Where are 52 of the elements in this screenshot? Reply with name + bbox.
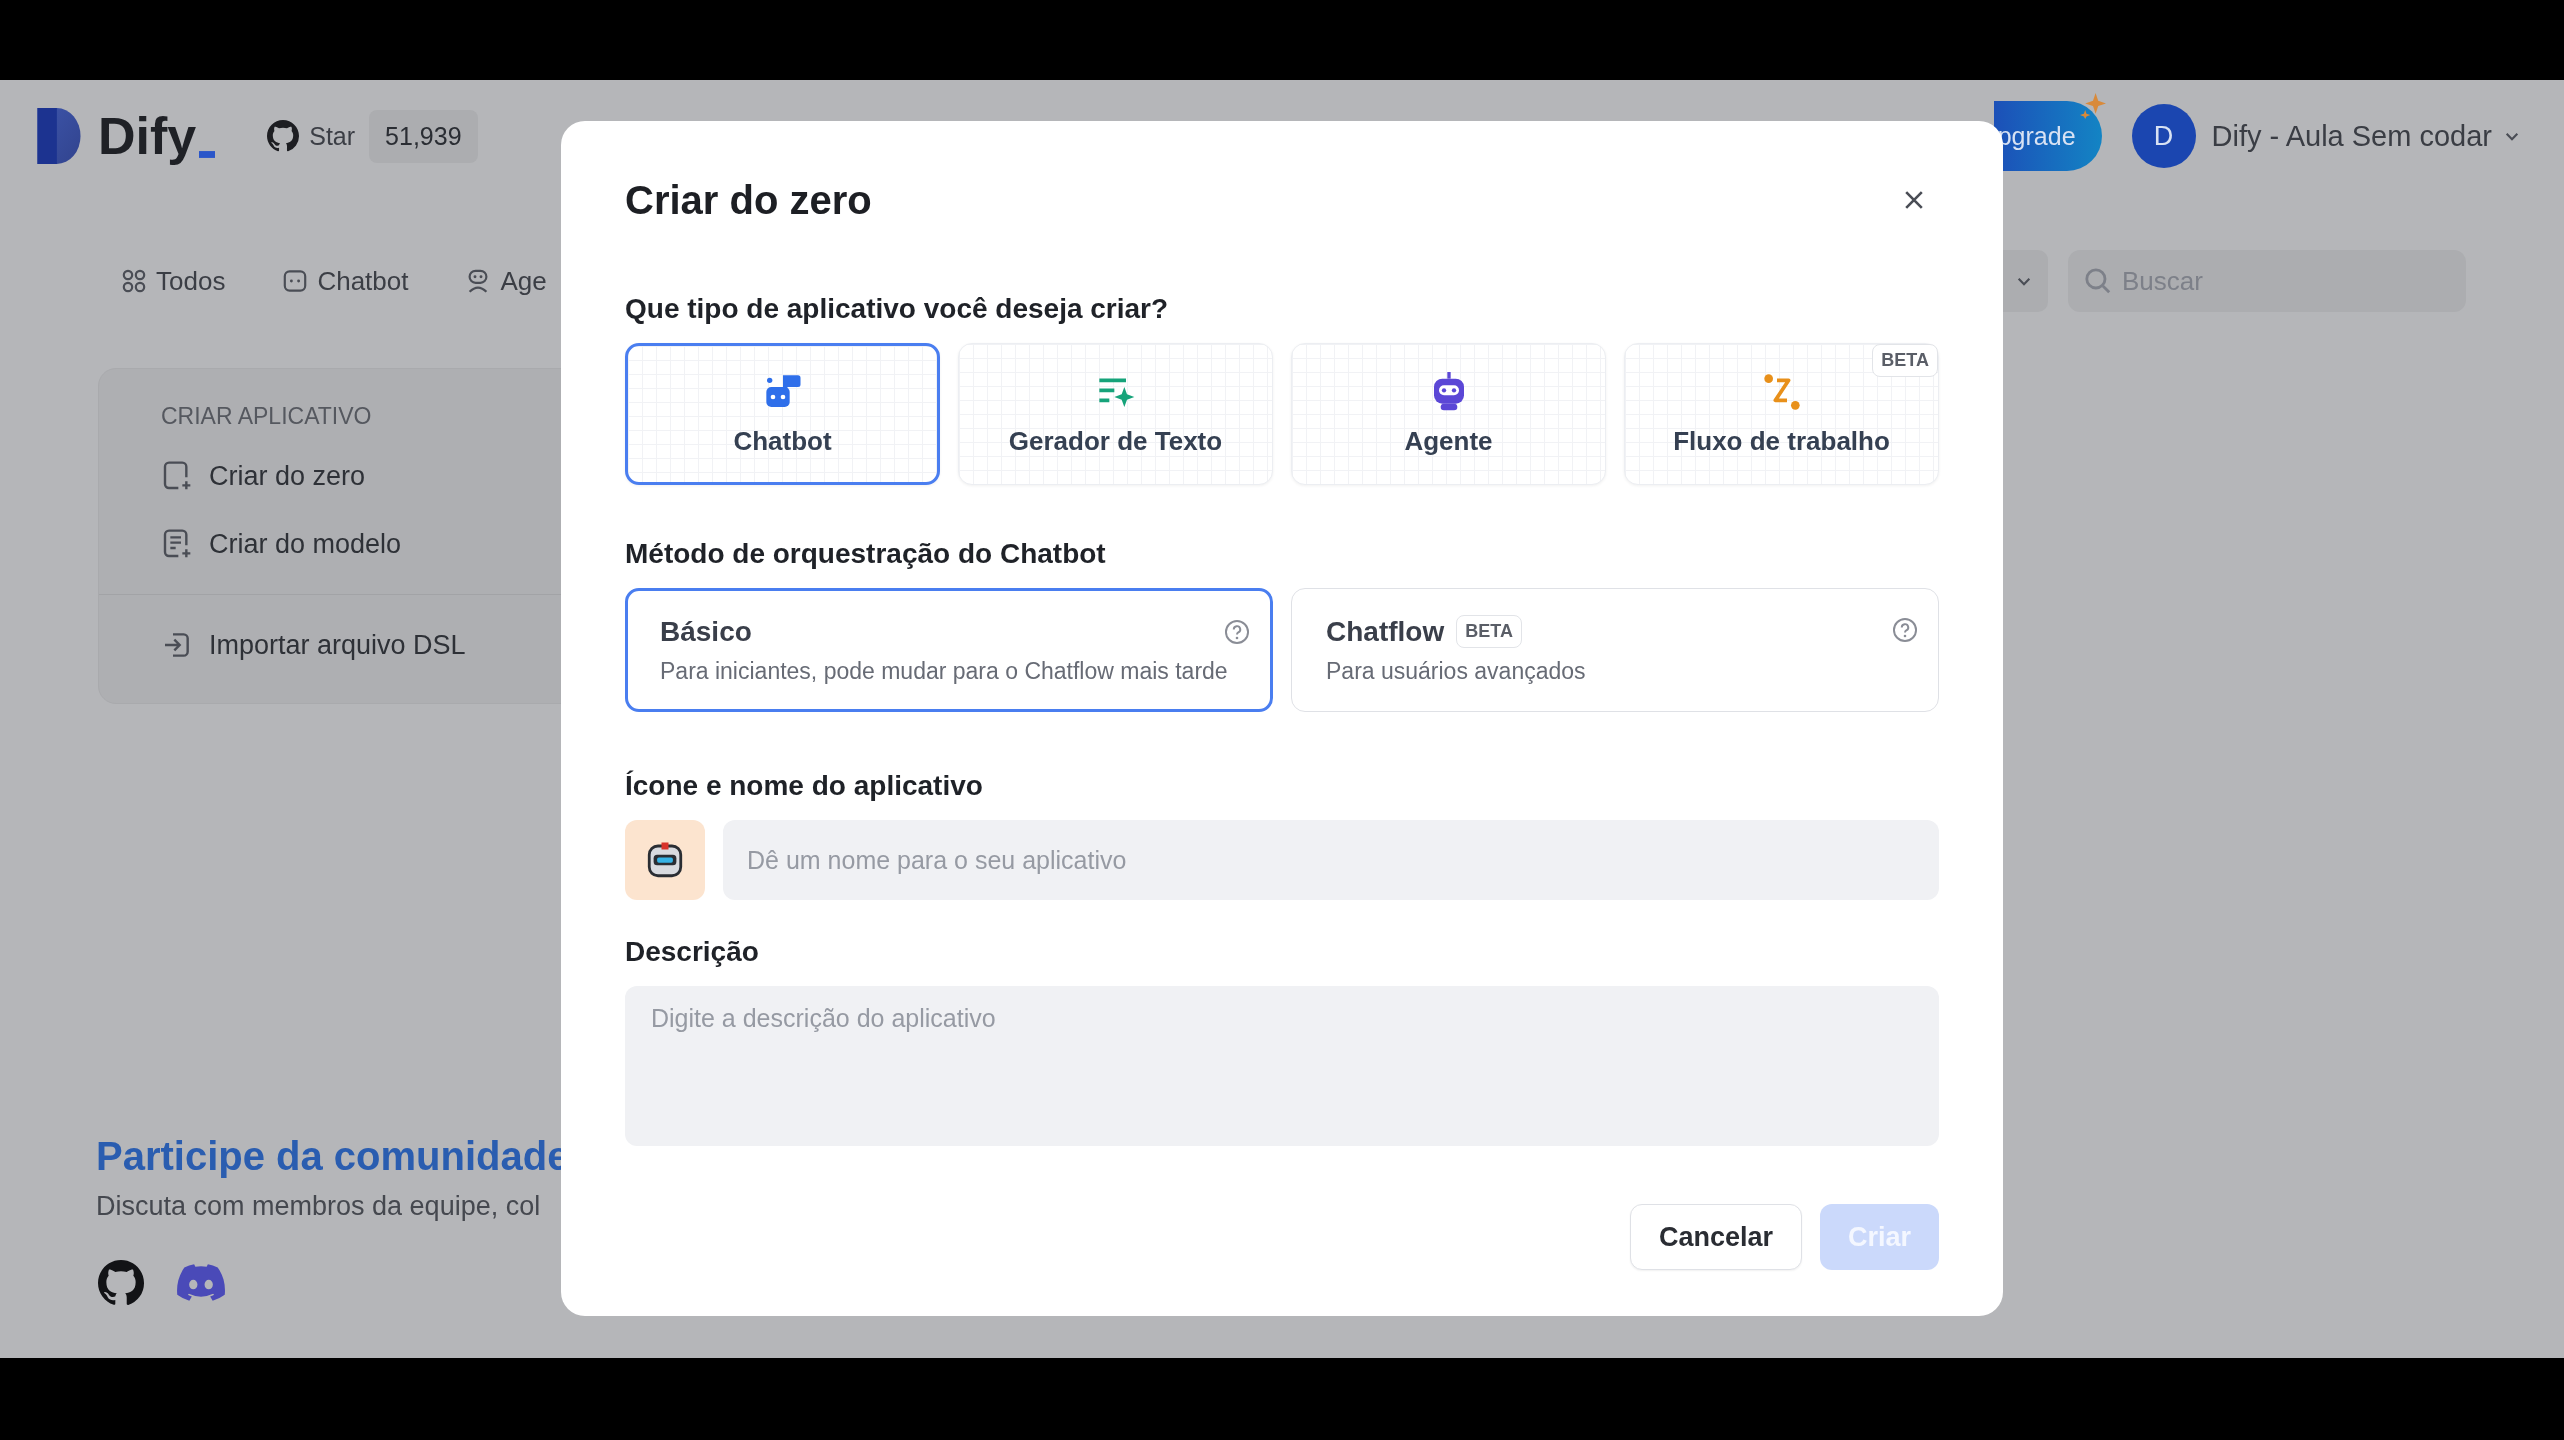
filter-tab[interactable]: Todos	[122, 265, 226, 297]
community-text: Discuta com membros da equipe, col	[96, 1191, 542, 1222]
chevron-down-icon	[2504, 130, 2520, 142]
file-list-icon	[161, 528, 193, 560]
app-type-card[interactable]: Gerador de Texto	[958, 343, 1273, 485]
file-plus-icon	[161, 460, 193, 492]
github-icon	[267, 120, 300, 152]
app-type-card[interactable]: Chatbot	[625, 343, 940, 485]
chat-box-icon	[283, 269, 308, 293]
dialog-title: Criar do zero	[625, 177, 872, 223]
chevron-down-icon	[2016, 275, 2032, 287]
method-title: Chatflow	[1326, 615, 1445, 648]
create-menu-item[interactable]: Importar arquivo DSL	[99, 611, 617, 679]
filter-tab[interactable]: Age	[466, 265, 547, 297]
logo-underscore-icon	[199, 150, 216, 158]
star-label: Star	[309, 121, 356, 151]
section-label: Ícone e nome do aplicativo	[625, 770, 984, 802]
create-menu-item[interactable]: Criar do zero	[99, 442, 617, 510]
section-label: Método de orquestração do Chatbot	[625, 538, 1107, 570]
logo-text: Dify	[98, 106, 197, 166]
community-title: Participe da comunidade	[96, 1134, 571, 1179]
description-field[interactable]: Digite a descrição do aplicativo	[625, 986, 1939, 1146]
help-icon[interactable]	[1892, 617, 1918, 643]
method-description: Para iniciantes, pode mudar para o Chatflow mais tarde	[660, 657, 1228, 685]
create-menu-item[interactable]: Criar do modelo	[99, 510, 617, 578]
star-count: 51,939	[369, 109, 478, 163]
workflow-icon	[1761, 371, 1802, 412]
github-icon[interactable]	[96, 1260, 146, 1306]
logo-icon	[36, 108, 82, 164]
app-type-card[interactable]: Agente	[1291, 343, 1606, 485]
github-star-button[interactable]: Star	[267, 120, 356, 152]
method-description: Para usuários avançados	[1326, 658, 1586, 685]
sparkle-icon	[2079, 93, 2106, 119]
filter-tab[interactable]: Chatbot	[283, 265, 409, 297]
dropdown-toggle[interactable]	[2000, 250, 2048, 312]
beta-badge: BETA	[1872, 344, 1938, 377]
grid-icon	[122, 269, 146, 293]
app-icon-picker[interactable]	[625, 820, 705, 900]
help-icon[interactable]	[1224, 619, 1250, 645]
section-heading: CRIAR APLICATIVO	[160, 403, 373, 430]
method-option[interactable]: Básico Para iniciantes, pode mudar para o Chatflow mais tarde	[625, 588, 1273, 712]
method-title: Básico	[660, 615, 752, 648]
app-type-card[interactable]: BETA Fluxo de trabalho	[1624, 343, 1939, 485]
account-menu[interactable]: Dify - Aula Sem codar	[2211, 119, 2520, 153]
cancel-button[interactable]: Cancelar	[1629, 1204, 1802, 1270]
method-option[interactable]: Chatflow BETA Para usuários avançados	[1291, 588, 1939, 712]
beta-badge: BETA	[1456, 615, 1522, 648]
app-name-field[interactable]: Dê um nome para o seu aplicativo	[723, 820, 1939, 900]
section-label: Descrição	[625, 936, 760, 968]
avatar[interactable]: D	[2131, 104, 2196, 168]
search-icon	[2084, 267, 2112, 295]
section-label: Que tipo de aplicativo você deseja criar?	[625, 293, 1170, 325]
